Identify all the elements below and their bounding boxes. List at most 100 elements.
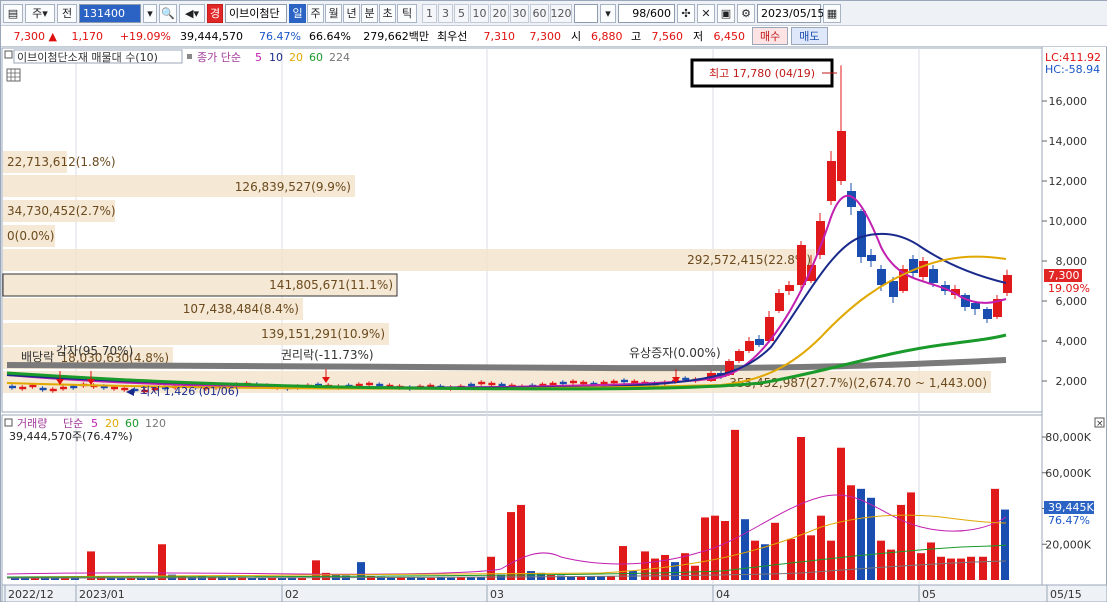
- volume-profile-label: 0(0.0%): [7, 229, 54, 243]
- candle-body: [39, 387, 47, 391]
- volume-profile-label: 22,713,612(1.8%): [7, 155, 116, 169]
- data-count-field[interactable]: 98/600: [618, 3, 675, 23]
- volume-bar: [947, 558, 955, 580]
- volume-bar: [517, 504, 525, 580]
- settings-gear-icon[interactable]: ⚙: [737, 3, 755, 23]
- volume-bar: [817, 515, 825, 580]
- y-tick-label: 2,000: [1056, 375, 1088, 388]
- vma20-legend: 20: [105, 417, 119, 430]
- candle-body: [559, 381, 567, 385]
- speaker-icon[interactable]: ◀▾: [179, 3, 205, 23]
- volume-percent: 76.47%: [259, 29, 301, 43]
- candle-body: [570, 380, 577, 384]
- volume-bar: [417, 577, 425, 580]
- candle-body: [929, 269, 938, 283]
- volume-panel-toggle-icon[interactable]: [4, 418, 13, 427]
- grid-table-icon[interactable]: [6, 68, 21, 82]
- y-tick-label: 10,000: [1049, 215, 1088, 228]
- minute-3[interactable]: 3: [438, 3, 453, 23]
- volume-panel-close-glyph: ×: [1096, 419, 1104, 429]
- candle-body: [1003, 275, 1012, 293]
- candle-body: [785, 285, 794, 291]
- panel-toggle-icon[interactable]: [4, 50, 13, 59]
- x-axis-label: 03: [490, 588, 504, 601]
- tab-month[interactable]: 월: [325, 3, 342, 23]
- candle-body: [857, 211, 866, 257]
- candle-body: [111, 386, 118, 390]
- volume-bar: [457, 577, 465, 580]
- minute-60[interactable]: 60: [530, 3, 549, 23]
- volume-bar: [447, 577, 455, 580]
- tab-day[interactable]: 일: [289, 3, 306, 23]
- volume-bar: [907, 492, 915, 580]
- search-icon[interactable]: 🔍: [159, 3, 177, 23]
- candle-body: [488, 382, 496, 386]
- vma5-legend: 5: [91, 417, 98, 430]
- volume-current: 39,444,570주(76.47%): [9, 430, 133, 443]
- minute-30[interactable]: 30: [510, 3, 529, 23]
- volume-bar: [507, 512, 515, 580]
- candle-body: [468, 383, 475, 387]
- volume-current-pct: 76.47%: [1048, 514, 1090, 527]
- stock-chart[interactable]: 22,713,612(1.8%) 126,839,527(9.9%) 34,730,…: [1, 47, 1107, 602]
- save-icon[interactable]: ▣: [717, 3, 735, 23]
- volume-bar: [547, 574, 555, 580]
- volume: 39,444,570: [180, 29, 243, 43]
- x-axis-bar: [1, 584, 1107, 602]
- high-price: 7,560: [651, 29, 684, 43]
- candle-body: [889, 281, 898, 297]
- draw-tool-icon[interactable]: ✕: [697, 3, 715, 23]
- dropdown-icon[interactable]: ▾: [143, 3, 157, 23]
- volume-ma-legend-label: 단순: [63, 417, 83, 430]
- buy-button[interactable]: 매수: [752, 27, 789, 45]
- candle-body: [49, 388, 57, 392]
- ma20-legend: 20: [289, 51, 303, 64]
- calendar-icon[interactable]: ▦: [823, 3, 841, 23]
- ma10-legend: 10: [269, 51, 283, 64]
- menu-icon[interactable]: ▤: [3, 3, 23, 23]
- volume-bar: [671, 562, 679, 580]
- crosshair-icon[interactable]: ✣: [677, 3, 695, 23]
- volume-bar: [917, 553, 925, 580]
- date-field[interactable]: 2023/05/15: [757, 3, 824, 23]
- minute-buttons: 1 3 5 10 20 30 60 120: [422, 3, 572, 23]
- custom-period-input[interactable]: [574, 3, 598, 23]
- tab-week[interactable]: 주: [307, 3, 324, 23]
- tab-year[interactable]: 년: [343, 3, 360, 23]
- turnover: 66.64%: [309, 29, 351, 43]
- current-price: 7,300 ▲: [13, 29, 57, 43]
- volume-bar: [991, 488, 999, 580]
- volume-bar: [437, 577, 445, 580]
- y-tick-label: 6,000: [1056, 295, 1088, 308]
- custom-period-dropdown[interactable]: ▾: [600, 3, 616, 23]
- current-price-tag-text: 7,300: [1048, 269, 1080, 282]
- stock-code-input[interactable]: 131400: [79, 3, 141, 23]
- minute-10[interactable]: 10: [470, 3, 489, 23]
- tab-tick[interactable]: 틱: [397, 3, 417, 23]
- candle-body: [580, 381, 588, 385]
- minute-20[interactable]: 20: [490, 3, 509, 23]
- x-axis-label: 04: [716, 588, 730, 601]
- minute-1[interactable]: 1: [422, 3, 437, 23]
- current-pct-tag: 19.09%: [1048, 282, 1090, 295]
- sell-button[interactable]: 매도: [791, 27, 828, 45]
- type-button[interactable]: 전: [57, 3, 77, 23]
- price-y-axis: 16,000 14,000 12,000 10,000 8,000 6,000 4,000 2…: [1042, 95, 1087, 388]
- open-label: 시: [570, 30, 582, 43]
- candle-body: [755, 339, 764, 345]
- tab-minute[interactable]: 분: [361, 3, 378, 23]
- v-tick-label: 80,000K: [1045, 431, 1091, 444]
- warning-badge: 경: [207, 3, 223, 23]
- minute-5[interactable]: 5: [454, 3, 469, 23]
- minute-120[interactable]: 120: [550, 3, 572, 23]
- change-percent: +19.09%: [119, 29, 171, 43]
- candle-body: [837, 131, 846, 181]
- legend-dot: [187, 54, 192, 59]
- volume-bar: [427, 577, 435, 580]
- high-label: 고: [630, 30, 642, 43]
- tab-second[interactable]: 초: [379, 3, 396, 23]
- candle-body: [478, 381, 486, 385]
- volume-bar: [527, 571, 535, 580]
- period-marker[interactable]: 주 ▾: [25, 3, 55, 23]
- volume-bar: [731, 429, 739, 580]
